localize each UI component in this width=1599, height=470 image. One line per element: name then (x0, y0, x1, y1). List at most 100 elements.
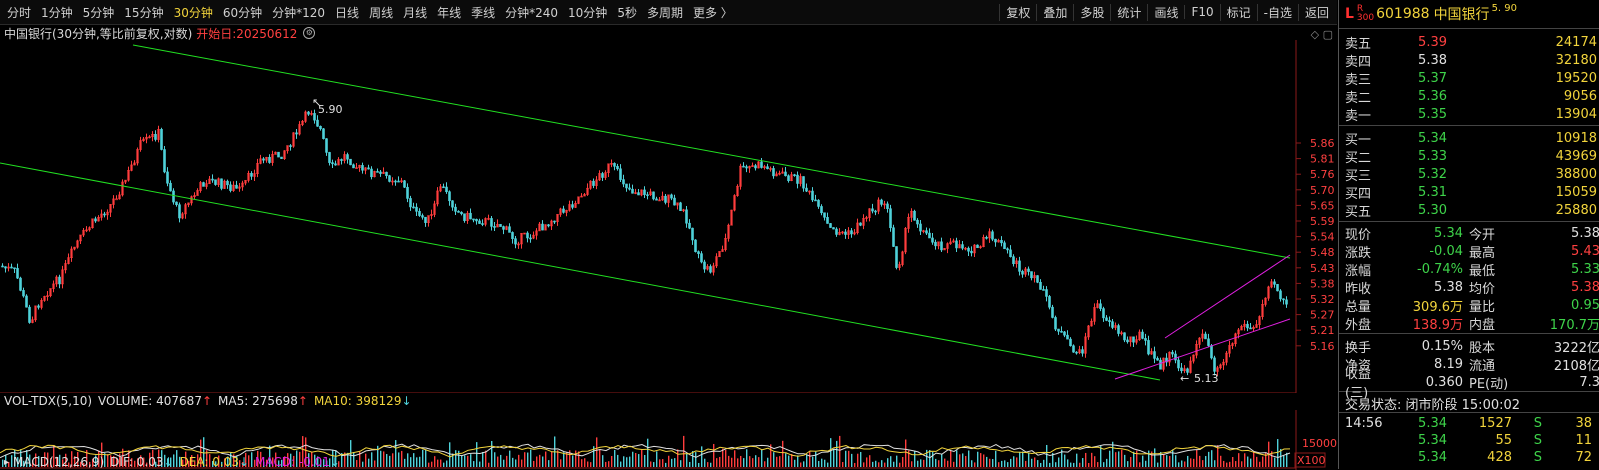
volume-bar (1064, 454, 1066, 467)
candle-body (613, 163, 616, 167)
kline-chart[interactable]: 5.90 ↖ 5.13 ← 5.865.815.765.705.655.595.… (0, 40, 1337, 393)
toolbar-action-2[interactable]: 多股 (1073, 3, 1110, 21)
candle-body (295, 132, 298, 135)
period-tab-6[interactable]: 分钟*120 (267, 4, 330, 21)
price-tick: 5.65 (1310, 199, 1335, 212)
period-tab-13[interactable]: 10分钟 (563, 4, 612, 21)
volume-bar (581, 459, 583, 467)
vol-name[interactable]: VOL-TDX(5,10) (4, 394, 92, 408)
bid-row[interactable]: 买一 5.34 10918 (1339, 129, 1599, 148)
macd-dif: DIF: 0.03 (110, 455, 164, 469)
candle-body (1099, 303, 1102, 309)
tick-row[interactable]: 5.34 55 S 11 (1339, 432, 1599, 449)
volume-bar (473, 461, 475, 467)
toolbar-action-8[interactable]: 返回 (1297, 3, 1335, 21)
period-tab-9[interactable]: 月线 (398, 4, 432, 21)
toolbar-action-1[interactable]: 叠加 (1036, 3, 1073, 21)
candle-body (508, 226, 511, 233)
macd-toggle-icon[interactable]: ▸ (4, 457, 9, 468)
candle-body (1036, 275, 1039, 283)
period-tab-5[interactable]: 60分钟 (218, 4, 267, 21)
ask-row[interactable]: 卖四 5.38 32180 (1339, 51, 1599, 70)
stock-code[interactable]: 601988 (1376, 6, 1429, 22)
volume-bar (1208, 451, 1210, 467)
volume-bar (365, 453, 367, 467)
volume-bar (707, 462, 709, 467)
period-tab-16[interactable]: 更多 〉 (688, 4, 738, 21)
candle-body (631, 188, 634, 194)
candle-body (1006, 248, 1009, 251)
period-tab-1[interactable]: 1分钟 (36, 4, 78, 21)
volume-bar (1097, 462, 1099, 467)
ask-row[interactable]: 卖三 5.37 19520 (1339, 69, 1599, 88)
volume-bar (860, 451, 862, 467)
tick-row[interactable]: 14:56 5.34 1527 S 38 (1339, 415, 1599, 432)
period-tab-15[interactable]: 多周期 (642, 4, 688, 21)
volume-bar (932, 452, 934, 467)
toolbar-action-7[interactable]: -自选 (1256, 3, 1298, 21)
bid-volume: 38800 (1555, 166, 1597, 182)
volume-bar (1139, 462, 1141, 467)
bid-row[interactable]: 买二 5.33 43969 (1339, 147, 1599, 166)
stat-row[interactable]: 昨收 5.38 均价 5.38 (1339, 278, 1599, 297)
toolbar-action-4[interactable]: 画线 (1147, 3, 1184, 21)
period-tab-2[interactable]: 5分钟 (78, 4, 120, 21)
volume-bar (1199, 455, 1201, 467)
volume-bar (548, 460, 550, 467)
stat-row[interactable]: 涨幅 -0.74% 最低 5.33 (1339, 260, 1599, 279)
candle-body (772, 168, 775, 177)
stat-row[interactable]: 现价 5.34 今开 5.38 (1339, 224, 1599, 243)
bid-row[interactable]: 买三 5.32 38800 (1339, 165, 1599, 184)
fund-row[interactable]: 换手 0.15% 股本 3222亿 (1339, 337, 1599, 356)
volume-bar (647, 438, 649, 467)
volume-bar (743, 458, 745, 467)
period-tab-11[interactable]: 季线 (466, 4, 500, 21)
period-tab-8[interactable]: 周线 (364, 4, 398, 21)
candle-body (832, 227, 835, 230)
stat-row[interactable]: 外盘 138.9万 内盘 170.7万 (1339, 314, 1599, 333)
ask-row[interactable]: 卖五 5.39 24174 (1339, 33, 1599, 52)
tick-row[interactable]: 5.34 428 S 72 (1339, 449, 1599, 466)
start-date[interactable]: 开始日:20250612 (196, 25, 297, 42)
candle-body (481, 223, 484, 225)
ask-row[interactable]: 卖二 5.36 9056 (1339, 87, 1599, 106)
period-tab-7[interactable]: 日线 (330, 4, 364, 21)
stat-row[interactable]: 涨跌 -0.04 最高 5.43 (1339, 242, 1599, 261)
toolbar-action-0[interactable]: 复权 (999, 3, 1036, 21)
toolbar-action-5[interactable]: F10 (1184, 5, 1219, 19)
period-tab-12[interactable]: 分钟*240 (500, 4, 563, 21)
bid-row[interactable]: 买五 5.30 25880 (1339, 201, 1599, 220)
bid-row[interactable]: 买四 5.31 15059 (1339, 183, 1599, 202)
candle-body (1045, 289, 1048, 297)
stat-label-2: 最低 (1469, 263, 1496, 279)
candle-body (805, 187, 808, 192)
period-tab-3[interactable]: 15分钟 (119, 4, 168, 21)
candle-body (1081, 349, 1084, 354)
volume-bar (1091, 452, 1093, 467)
candle-body (1180, 367, 1183, 372)
volume-bar (629, 456, 631, 467)
period-tab-14[interactable]: 5秒 (612, 4, 642, 21)
bid-price: 5.32 (1418, 166, 1447, 182)
period-tab-10[interactable]: 年线 (432, 4, 466, 21)
stat-row[interactable]: 总量 309.6万 量比 0.95 (1339, 296, 1599, 315)
volume-bar (518, 454, 520, 467)
candle-body (571, 204, 574, 208)
period-tab-4[interactable]: 30分钟 (169, 4, 218, 21)
volume-bar (713, 443, 715, 467)
toolbar-action-3[interactable]: 统计 (1110, 3, 1147, 21)
fund-row[interactable]: 收益(三) 0.360 PE(动) 7.3 (1339, 367, 1599, 401)
stat-label-2: 今开 (1469, 227, 1496, 243)
candle-body (874, 210, 877, 213)
settings-icon[interactable]: ⚙ (303, 27, 316, 39)
period-tab-0[interactable]: 分时 (2, 4, 36, 21)
volume-bar (368, 458, 370, 467)
stock-name[interactable]: 中国银行 (1434, 4, 1490, 24)
ask-row[interactable]: 卖一 5.35 13904 (1339, 105, 1599, 124)
candle-body (103, 213, 106, 216)
volume-bar (1115, 452, 1117, 467)
toolbar-action-6[interactable]: 标记 (1219, 3, 1257, 21)
stat-value: 5.38 (1434, 279, 1463, 295)
volume-bar (716, 458, 718, 467)
macd-name[interactable]: MACD(12,26,9) (13, 455, 104, 469)
